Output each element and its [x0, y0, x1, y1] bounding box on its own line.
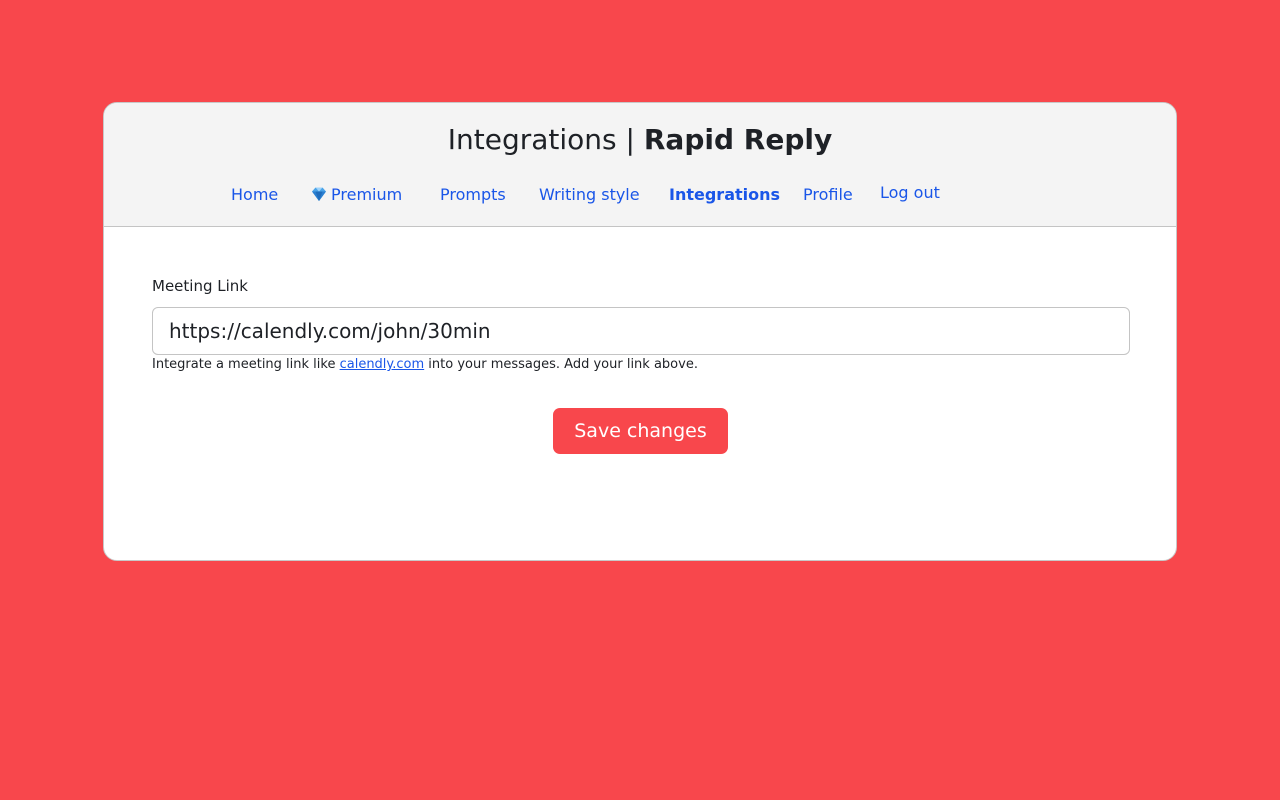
- nav-prompts[interactable]: Prompts: [440, 185, 506, 204]
- integrations-card: Integrations | Rapid Reply Home Premium …: [103, 102, 1177, 561]
- save-changes-button[interactable]: Save changes: [553, 408, 728, 454]
- meeting-link-label: Meeting Link: [152, 277, 248, 295]
- card-header: Integrations | Rapid Reply Home Premium …: [104, 103, 1176, 227]
- nav-integrations[interactable]: Integrations: [669, 185, 780, 204]
- meeting-link-help: Integrate a meeting link like calendly.c…: [152, 357, 698, 372]
- page-title-text: Integrations: [447, 123, 617, 156]
- nav-home[interactable]: Home: [231, 185, 278, 204]
- title-separator: |: [616, 123, 644, 156]
- calendly-link[interactable]: calendly.com: [340, 357, 425, 372]
- help-text-suffix: into your messages. Add your link above.: [424, 357, 698, 372]
- nav-log-out[interactable]: Log out: [880, 183, 940, 202]
- nav-writing-style[interactable]: Writing style: [539, 185, 640, 204]
- nav-profile[interactable]: Profile: [803, 185, 853, 204]
- meeting-link-input[interactable]: [152, 307, 1130, 355]
- gem-icon: [312, 187, 326, 201]
- nav-premium[interactable]: Premium: [311, 185, 402, 204]
- nav-premium-label: Premium: [331, 185, 403, 204]
- main-nav: Home Premium Prompts Writing style Integ…: [104, 183, 1176, 209]
- page-title: Integrations | Rapid Reply: [104, 123, 1176, 156]
- brand-name: Rapid Reply: [643, 123, 833, 156]
- help-text-prefix: Integrate a meeting link like: [152, 357, 340, 372]
